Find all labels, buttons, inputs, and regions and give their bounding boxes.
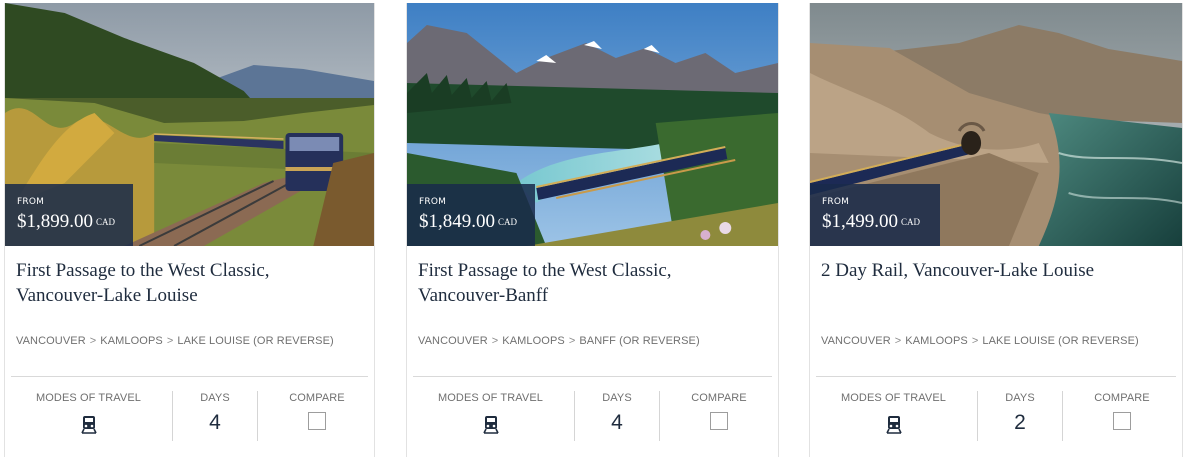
modes-of-travel: MODES OF TRAVEL [407,391,575,441]
divider [11,376,368,377]
price-currency: CAD [498,217,518,227]
days-label: DAYS [200,392,230,404]
route-stop: VANCOUVER [16,335,86,347]
price-from-label: FROM [419,197,447,207]
route-stop: BANFF (OR REVERSE) [579,335,700,347]
price-from-label: FROM [17,197,45,207]
compare-label: COMPARE [1094,392,1150,404]
price-badge: FROM $1,899.00 CAD [5,184,133,246]
divider [816,376,1176,377]
price-value: $1,899.00 [17,211,93,232]
price-amount: $1,849.00 CAD [419,212,535,232]
train-icon [885,416,902,439]
route-separator: > [166,335,174,347]
tour-photo[interactable]: FROM $1,899.00 CAD [5,3,374,246]
price-value: $1,849.00 [419,211,495,232]
tour-route: VANCOUVER > KAMLOOPS > LAKE LOUISE (OR REVER… [16,335,334,347]
compare: COMPARE [258,391,376,441]
train-icon [482,416,499,439]
route-stop: LAKE LOUISE (OR REVERSE) [177,335,334,347]
days-label: DAYS [1005,392,1035,404]
tour-route: VANCOUVER > KAMLOOPS > BANFF (OR REVERSE) [418,335,700,347]
price-badge: FROM $1,849.00 CAD [407,184,535,246]
route-separator: > [89,335,97,347]
route-stop: VANCOUVER [418,335,488,347]
modes-of-travel: MODES OF TRAVEL [810,391,978,441]
compare-checkbox[interactable] [710,412,728,430]
tour-photo[interactable]: FROM $1,849.00 CAD [407,3,778,246]
price-amount: $1,499.00 CAD [822,212,940,232]
tour-route: VANCOUVER > KAMLOOPS > LAKE LOUISE (OR REVER… [821,335,1139,347]
compare-checkbox[interactable] [308,412,326,430]
modes-of-travel: MODES OF TRAVEL [5,391,173,441]
price-amount: $1,899.00 CAD [17,212,133,232]
tour-title[interactable]: First Passage to the West Classic, Vanco… [16,258,356,308]
tour-meta: MODES OF TRAVEL DAYS 2 COMPARE [810,391,1182,441]
route-stop: KAMLOOPS [502,335,565,347]
compare-label: COMPARE [691,392,747,404]
tour-card[interactable]: FROM $1,499.00 CAD 2 Day Rail, Vancouver-… [809,3,1183,457]
days: DAYS 2 [978,391,1063,441]
tour-meta: MODES OF TRAVEL DAYS 4 COMPARE [5,391,374,441]
route-stop: KAMLOOPS [100,335,163,347]
tour-photo[interactable]: FROM $1,499.00 CAD [810,3,1182,246]
price-from-label: FROM [822,197,850,207]
days-value: 4 [611,411,623,434]
tour-title[interactable]: First Passage to the West Classic, Vanco… [418,258,758,308]
price-currency: CAD [96,217,116,227]
route-stop: LAKE LOUISE (OR REVERSE) [982,335,1139,347]
days-value: 2 [1014,411,1026,434]
tour-card[interactable]: FROM $1,849.00 CAD First Passage to the W… [406,3,779,457]
compare-label: COMPARE [289,392,345,404]
days: DAYS 4 [575,391,660,441]
price-value: $1,499.00 [822,211,898,232]
modes-of-travel-label: MODES OF TRAVEL [437,392,543,404]
divider [413,376,772,377]
modes-of-travel-label: MODES OF TRAVEL [840,392,946,404]
tour-card-row: FROM $1,899.00 CAD First Passage to the W… [0,0,1185,457]
price-badge: FROM $1,499.00 CAD [810,184,940,246]
days-label: DAYS [602,392,632,404]
tour-card[interactable]: FROM $1,899.00 CAD First Passage to the W… [4,3,375,457]
days: DAYS 4 [173,391,258,441]
route-separator: > [568,335,576,347]
modes-of-travel-label: MODES OF TRAVEL [35,392,141,404]
tour-title[interactable]: 2 Day Rail, Vancouver-Lake Louise [821,258,1161,283]
compare: COMPARE [1063,391,1181,441]
route-stop: VANCOUVER [821,335,891,347]
compare-checkbox[interactable] [1113,412,1131,430]
train-icon [80,416,97,439]
route-separator: > [971,335,979,347]
price-currency: CAD [901,217,921,227]
compare: COMPARE [660,391,778,441]
route-separator: > [491,335,499,347]
tour-meta: MODES OF TRAVEL DAYS 4 COMPARE [407,391,778,441]
route-separator: > [894,335,902,347]
days-value: 4 [209,411,221,434]
route-stop: KAMLOOPS [905,335,968,347]
